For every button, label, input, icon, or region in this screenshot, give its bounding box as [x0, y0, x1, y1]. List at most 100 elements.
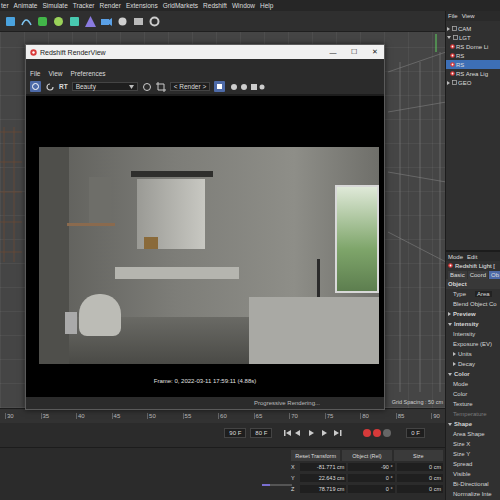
object-row[interactable]: RS [446, 60, 500, 69]
frame-field[interactable]: 80 F [250, 428, 272, 438]
crop-icon[interactable] [156, 82, 166, 92]
menu-item[interactable]: Window [232, 2, 255, 9]
attribute-row[interactable]: Exposure (EV) [446, 339, 500, 349]
attribute-value[interactable]: Area [475, 291, 492, 297]
rotation-field[interactable]: 0 ° [348, 474, 394, 482]
coordinate-button[interactable]: Object (Rel) [342, 450, 391, 461]
coordinate-button[interactable]: Reset Transform [291, 450, 340, 461]
aov-dropdown[interactable]: Beauty [72, 82, 138, 91]
expand-toggle[interactable] [447, 27, 450, 31]
object-row[interactable]: LGT [446, 33, 500, 42]
attribute-row[interactable]: Temperature [446, 409, 500, 419]
menu-item[interactable]: Preferences [70, 70, 105, 77]
menu-item[interactable]: View [462, 13, 475, 19]
record-icon[interactable] [362, 428, 396, 438]
light-icon[interactable] [116, 15, 129, 28]
attribute-row[interactable]: Mode [446, 379, 500, 389]
attribute-row[interactable]: Intensity [446, 329, 500, 339]
position-field[interactable]: 22.643 cm [300, 474, 346, 482]
attribute-row[interactable]: Shape [446, 419, 500, 429]
scene-icon[interactable] [84, 15, 97, 28]
expand-toggle[interactable] [448, 323, 452, 326]
menu-item[interactable]: File [30, 70, 40, 77]
attribute-row[interactable]: TypeArea [446, 289, 500, 299]
attribute-title: Redshift Light [ [446, 261, 500, 270]
attribute-row[interactable]: Bi-Directional [446, 479, 500, 489]
camera-dropdown[interactable]: < Render > [170, 82, 211, 91]
attribute-row[interactable]: Size Y [446, 449, 500, 459]
transport-icon[interactable] [282, 428, 352, 438]
attribute-row[interactable]: Preview [446, 309, 500, 319]
size-field[interactable]: 0 cm [397, 485, 443, 493]
snapshot-icon[interactable] [142, 82, 152, 92]
attribute-row[interactable]: Decay [446, 359, 500, 369]
field-icon[interactable] [68, 15, 81, 28]
menu-item[interactable]: Render [100, 2, 121, 9]
attribute-row[interactable]: Color [446, 369, 500, 379]
menu-item[interactable]: Simulate [42, 2, 67, 9]
menu-item[interactable]: Animate [14, 2, 38, 9]
rotation-field[interactable]: 0 ° [348, 485, 394, 493]
object-row[interactable]: RS Dome Li [446, 42, 500, 51]
render-region-icon[interactable] [214, 81, 225, 92]
settings-icon[interactable] [229, 82, 265, 92]
size-field[interactable]: 0 cm [397, 463, 443, 471]
attribute-tab[interactable]: Coord [468, 271, 488, 279]
attribute-row[interactable]: Intensity [446, 319, 500, 329]
render-active-icon[interactable] [30, 81, 41, 92]
attribute-row[interactable]: Visible [446, 469, 500, 479]
menu-item[interactable]: View [48, 70, 62, 77]
size-field[interactable]: 0 cm [397, 474, 443, 482]
rotation-field[interactable]: -90 ° [348, 463, 394, 471]
tag-icon[interactable] [132, 15, 145, 28]
menu-item[interactable]: File [448, 13, 458, 19]
expand-toggle[interactable] [447, 36, 451, 39]
menu-item[interactable]: Help [260, 2, 273, 9]
slider-icon[interactable] [262, 482, 292, 486]
object-row[interactable]: GEO [446, 78, 500, 87]
menu-item[interactable]: Mode [448, 254, 463, 260]
window-control[interactable]: — [324, 49, 342, 56]
cube-icon[interactable] [4, 15, 17, 28]
object-row[interactable]: RS [446, 51, 500, 60]
camera-icon[interactable] [100, 15, 113, 28]
expand-toggle[interactable] [453, 362, 456, 366]
expand-toggle[interactable] [448, 312, 451, 316]
refresh-icon[interactable] [45, 82, 55, 92]
object-row[interactable]: CAM [446, 24, 500, 33]
expand-toggle[interactable] [453, 352, 456, 356]
menu-item[interactable]: ter [1, 2, 9, 9]
attribute-tab[interactable]: Ob [489, 271, 500, 279]
expand-toggle[interactable] [448, 423, 452, 426]
generator-icon[interactable] [36, 15, 49, 28]
attribute-row[interactable]: Size X [446, 439, 500, 449]
menu-item[interactable]: GridMarkets [163, 2, 198, 9]
window-control[interactable]: ☐ [345, 48, 363, 56]
expand-toggle[interactable] [447, 81, 450, 85]
attribute-row[interactable]: Units [446, 349, 500, 359]
menu-item[interactable]: Edit [467, 254, 477, 260]
attribute-row[interactable]: Spread [446, 459, 500, 469]
rt-button[interactable]: RT [59, 83, 68, 90]
position-field[interactable]: -81.771 cm [300, 463, 346, 471]
menu-item[interactable]: Redshift [203, 2, 227, 9]
window-control[interactable]: ✕ [366, 48, 384, 56]
attribute-tab[interactable]: Basic [448, 271, 467, 279]
attribute-row[interactable]: Texture [446, 399, 500, 409]
expand-toggle[interactable] [448, 373, 452, 376]
timeline-ruler[interactable]: 30354045505560657075808590 [0, 409, 445, 423]
menu-item[interactable]: Tracker [73, 2, 95, 9]
attribute-row[interactable]: Area Shape [446, 429, 500, 439]
spline-icon[interactable] [20, 15, 33, 28]
modifier-icon[interactable] [52, 15, 65, 28]
coordinate-button[interactable]: Size [394, 450, 443, 461]
menu-item[interactable]: Extensions [126, 2, 158, 9]
attribute-row[interactable]: Blend Object Co [446, 299, 500, 309]
attribute-row[interactable]: Color [446, 389, 500, 399]
attribute-row[interactable]: Normalize Inte [446, 489, 500, 499]
frame-field[interactable]: 90 F [224, 428, 246, 438]
object-row[interactable]: RS Area Lig [446, 69, 500, 78]
position-field[interactable]: 78.719 cm [300, 485, 346, 493]
current-frame-field[interactable]: 0 F [406, 428, 425, 438]
gear-icon[interactable] [148, 15, 161, 28]
